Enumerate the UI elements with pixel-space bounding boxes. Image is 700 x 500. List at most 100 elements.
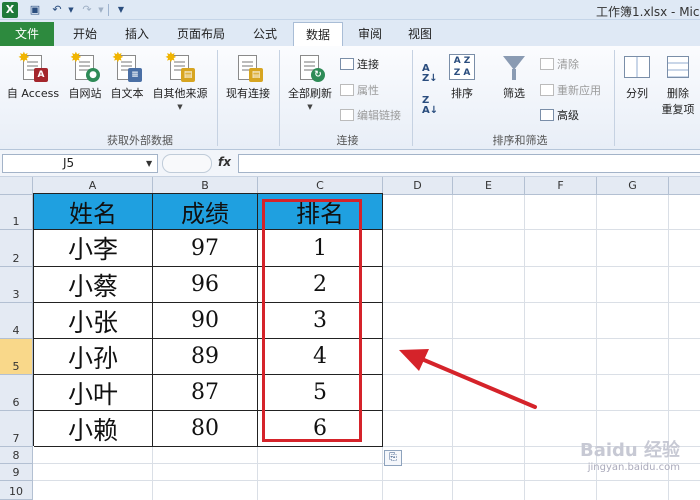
insert-function-icon[interactable]: fx: [218, 155, 231, 169]
advanced-filter-icon: [540, 109, 554, 121]
paste-options-icon[interactable]: ⎘: [384, 450, 402, 466]
save-icon[interactable]: ▣: [28, 3, 42, 17]
header-cell-name[interactable]: 姓名: [34, 194, 153, 230]
gridline: [33, 480, 700, 481]
redo-dropdown-icon[interactable]: ▼: [94, 3, 108, 17]
gridline: [383, 302, 700, 303]
column-header-d[interactable]: D: [383, 177, 453, 195]
gridline: [383, 338, 700, 339]
column-header-g[interactable]: G: [597, 177, 669, 195]
name-box-dropdown-icon[interactable]: ▼: [146, 159, 152, 168]
header-cell-score[interactable]: 成绩: [153, 194, 258, 230]
row-header-1[interactable]: 1: [0, 195, 33, 230]
highlight-rectangle: [262, 199, 362, 442]
excel-logo-icon[interactable]: X: [2, 2, 18, 18]
reapply-button[interactable]: 重新应用: [540, 82, 601, 98]
tab-view[interactable]: 视图: [396, 22, 444, 46]
column-header-h[interactable]: [669, 177, 700, 195]
advanced-filter-button[interactable]: 高级: [540, 107, 579, 123]
gridline: [257, 446, 258, 500]
toolbar-divider: [108, 4, 109, 16]
sort-ascending-icon[interactable]: A Z↓: [422, 64, 438, 84]
watermark-url: jingyan.baidu.com: [587, 462, 680, 473]
ribbon-tabs: 文件 开始 插入 页面布局 公式 数据 审阅 视图: [0, 20, 700, 47]
sort-button[interactable]: A ZZ A 排序: [444, 54, 480, 101]
row-header-8[interactable]: 8: [0, 447, 33, 464]
table-cell-name[interactable]: 小李: [34, 230, 153, 267]
row-header-9[interactable]: 9: [0, 464, 33, 481]
column-header-f[interactable]: F: [525, 177, 597, 195]
text-to-columns-icon: [624, 54, 650, 82]
select-all-corner[interactable]: [0, 177, 33, 195]
tab-review[interactable]: 审阅: [346, 22, 394, 46]
tab-formulas[interactable]: 公式: [240, 22, 290, 46]
row-header-2[interactable]: 2: [0, 230, 33, 267]
gridline: [383, 229, 700, 230]
undo-icon[interactable]: ↶: [50, 3, 64, 17]
annotation-arrow-icon: [399, 349, 537, 409]
table-cell-name[interactable]: 小蔡: [34, 267, 153, 303]
sort-descending-icon[interactable]: Z A↓: [422, 96, 438, 116]
column-header-e[interactable]: E: [453, 177, 525, 195]
connections-icon: [340, 58, 354, 70]
text-file-icon: ✸ ≡: [112, 51, 142, 82]
row-header-3[interactable]: 3: [0, 267, 33, 303]
tab-home[interactable]: 开始: [60, 22, 110, 46]
tab-file[interactable]: 文件: [0, 22, 54, 46]
text-to-columns-button[interactable]: 分列: [620, 54, 654, 101]
group-divider: [412, 50, 413, 146]
row-header-5[interactable]: 5: [0, 339, 33, 375]
table-cell-name[interactable]: 小张: [34, 303, 153, 339]
tab-page-layout[interactable]: 页面布局: [166, 22, 236, 46]
from-web-button[interactable]: ✸ ● 自网站: [64, 51, 106, 101]
other-sources-icon: ✸ ▤: [165, 51, 195, 82]
from-other-sources-button[interactable]: ✸ ▤ 自其他来源 ▼: [148, 51, 212, 111]
reapply-icon: [540, 84, 554, 96]
table-cell-name[interactable]: 小叶: [34, 375, 153, 411]
tab-insert[interactable]: 插入: [112, 22, 162, 46]
remove-duplicates-button[interactable]: 删除 重复项: [658, 54, 698, 117]
from-access-button[interactable]: ✸ A 自 Access: [4, 51, 62, 101]
redo-icon[interactable]: ↷: [80, 3, 94, 17]
group-label-external-data: 获取外部数据: [107, 134, 173, 147]
clear-filter-icon: [540, 58, 554, 70]
table-cell-score[interactable]: 90: [153, 303, 258, 339]
customize-toolbar-icon[interactable]: ▼: [114, 3, 128, 17]
row-header-10[interactable]: 10: [0, 481, 33, 500]
formula-controls[interactable]: [162, 154, 212, 173]
table-cell-score[interactable]: 87: [153, 375, 258, 411]
web-icon: ✸ ●: [70, 51, 100, 82]
table-cell-score[interactable]: 80: [153, 411, 258, 447]
existing-connections-button[interactable]: ▤ 现有连接: [222, 54, 274, 101]
row-header-6[interactable]: 6: [0, 375, 33, 411]
name-box[interactable]: J5: [2, 154, 158, 173]
row-header-7[interactable]: 7: [0, 411, 33, 447]
undo-dropdown-icon[interactable]: ▼: [64, 3, 78, 17]
table-cell-name[interactable]: 小赖: [34, 411, 153, 447]
properties-button[interactable]: 属性: [340, 82, 379, 98]
table-cell-score[interactable]: 89: [153, 339, 258, 375]
edit-links-icon: [340, 109, 354, 121]
table-cell-score[interactable]: 96: [153, 267, 258, 303]
gridline: [383, 266, 700, 267]
group-label-sort-filter: 排序和筛选: [492, 134, 548, 147]
table-cell-score[interactable]: 97: [153, 230, 258, 267]
watermark: Baidu 经验 jingyan.baidu.com: [560, 436, 680, 473]
filter-button[interactable]: 筛选: [494, 54, 534, 101]
refresh-all-button[interactable]: ↻ 全部刷新 ▼: [284, 54, 336, 111]
properties-icon: [340, 84, 354, 96]
group-divider: [279, 50, 280, 146]
window-title: 工作簿1.xlsx - Mic: [596, 5, 700, 19]
table-cell-name[interactable]: 小孙: [34, 339, 153, 375]
row-header-4[interactable]: 4: [0, 303, 33, 339]
connections-button[interactable]: 连接: [340, 56, 379, 72]
gridline: [382, 446, 383, 500]
formula-input[interactable]: [238, 154, 700, 173]
ribbon-data: ✸ A 自 Access ✸ ● 自网站 ✸ ≡ 自文本 ✸ ▤ 自其他来源 ▼ ▤ 现…: [0, 46, 700, 150]
edit-links-button[interactable]: 编辑链接: [340, 107, 401, 123]
group-divider: [614, 50, 615, 146]
from-text-button[interactable]: ✸ ≡ 自文本: [106, 51, 148, 101]
tab-data[interactable]: 数据: [293, 22, 343, 47]
clear-button[interactable]: 清除: [540, 56, 579, 72]
gridline: [152, 446, 153, 500]
